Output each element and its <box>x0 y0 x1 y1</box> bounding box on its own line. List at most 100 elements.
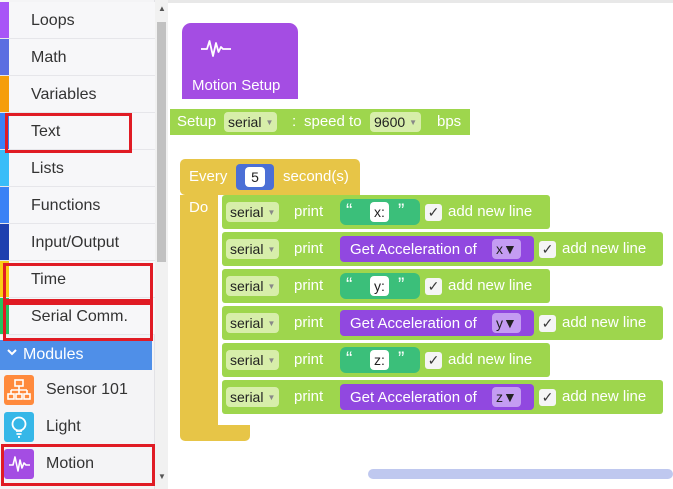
interval-input[interactable]: 5 <box>245 167 265 187</box>
every-block-footer <box>180 425 250 441</box>
string-input[interactable]: z: <box>370 350 389 370</box>
serial-port-dropdown[interactable]: serial ▼ <box>226 276 280 296</box>
category-variables[interactable]: Variables <box>0 76 155 113</box>
print-label: print <box>294 314 324 331</box>
serial-port-dropdown[interactable]: serial ▼ <box>226 239 280 259</box>
interval-number-block[interactable]: 5 <box>236 164 274 190</box>
text-string-block[interactable]: “ z: ” <box>340 347 420 373</box>
print-label: print <box>294 240 324 257</box>
module-sensor-101[interactable]: Sensor 101 <box>0 371 152 408</box>
string-input[interactable]: x: <box>370 202 389 222</box>
serial-print-block[interactable]: serial ▼ print “ x: ” ✓ add new line <box>222 195 550 229</box>
print-label: print <box>294 203 324 220</box>
baud-rate-dropdown[interactable]: 9600 ▼ <box>370 112 422 132</box>
new-line-label: add new line <box>562 240 647 257</box>
serial-port-value: serial <box>230 204 264 220</box>
scrollbar-thumb[interactable] <box>157 22 166 262</box>
serial-print-block[interactable]: serial ▼ print “ y: ” ✓ add new line <box>222 269 550 303</box>
serial-port-value: serial <box>230 352 264 368</box>
dropdown-arrow-icon: ▼ <box>267 393 276 402</box>
text-string-block[interactable]: “ x: ” <box>340 199 420 225</box>
setup-serial-block[interactable]: Setup serial ▼ : speed to 9600 ▼ bps <box>170 109 470 135</box>
interval-unit-label: second(s) <box>283 168 349 185</box>
dropdown-arrow-icon: ▼ <box>267 208 276 217</box>
new-line-checkbox[interactable]: ✓ <box>425 278 442 295</box>
axis-dropdown[interactable]: z▼ <box>492 387 521 407</box>
new-line-label: add new line <box>448 277 533 294</box>
category-label: Math <box>31 49 67 66</box>
serial-print-block[interactable]: serial ▼ print “ z: ” ✓ add new line <box>222 343 550 377</box>
new-line-checkbox[interactable]: ✓ <box>539 315 556 332</box>
new-line-label: add new line <box>448 203 533 220</box>
print-label: print <box>294 388 324 405</box>
modules-header-label: Modules <box>23 346 84 363</box>
lightbulb-icon <box>4 412 34 442</box>
serial-port-dropdown[interactable]: serial ▼ <box>224 112 278 132</box>
new-line-checkbox[interactable]: ✓ <box>539 389 556 406</box>
category-color-strip <box>0 150 9 186</box>
module-label: Light <box>46 418 81 435</box>
bps-label: bps <box>437 113 462 130</box>
workspace-horizontal-scrollbar[interactable] <box>368 469 673 479</box>
block-workspace[interactable]: Motion Setup Setup serial ▼ : speed to 96… <box>168 0 673 489</box>
highlight-box-serial-comm <box>3 302 153 341</box>
serial-port-dropdown[interactable]: serial ▼ <box>226 387 280 407</box>
new-line-checkbox[interactable]: ✓ <box>425 204 442 221</box>
open-quote-icon: “ <box>346 349 353 370</box>
dropdown-arrow-icon: ▼ <box>267 245 276 254</box>
serial-port-value: serial <box>228 114 262 130</box>
get-acceleration-block[interactable]: Get Acceleration of x▼ <box>340 236 534 262</box>
category-lists[interactable]: Lists <box>0 150 155 187</box>
category-functions[interactable]: Functions <box>0 187 155 224</box>
print-label: print <box>294 351 324 368</box>
sidebar-scrollbar[interactable]: ▲ ▼ <box>155 0 168 489</box>
dropdown-arrow-icon: ▼ <box>503 389 517 405</box>
close-quote-icon: ” <box>398 201 405 222</box>
category-label: Loops <box>31 12 75 29</box>
axis-value: y <box>496 315 503 331</box>
dropdown-arrow-icon: ▼ <box>503 241 517 257</box>
get-acceleration-block[interactable]: Get Acceleration of y▼ <box>340 310 534 336</box>
module-light[interactable]: Light <box>0 408 152 445</box>
serial-port-value: serial <box>230 241 264 257</box>
serial-port-dropdown[interactable]: serial ▼ <box>226 202 280 222</box>
category-label: Input/Output <box>31 234 120 251</box>
every-block-arm <box>180 195 218 425</box>
modules-header[interactable]: Modules <box>0 340 152 370</box>
dropdown-arrow-icon: ▼ <box>267 356 276 365</box>
scroll-up-icon[interactable]: ▲ <box>158 4 166 13</box>
highlight-box-time <box>3 263 153 302</box>
category-input-output[interactable]: Input/Output <box>0 224 155 261</box>
text-string-block[interactable]: “ y: ” <box>340 273 420 299</box>
scroll-down-icon[interactable]: ▼ <box>158 472 166 481</box>
motion-setup-block[interactable]: Motion Setup <box>182 23 298 99</box>
new-line-checkbox[interactable]: ✓ <box>539 241 556 258</box>
serial-port-dropdown[interactable]: serial ▼ <box>226 350 280 370</box>
string-input[interactable]: y: <box>370 276 389 296</box>
close-quote-icon: ” <box>398 349 405 370</box>
category-math[interactable]: Math <box>0 39 155 76</box>
serial-port-dropdown[interactable]: serial ▼ <box>226 313 280 333</box>
category-label: Functions <box>31 197 101 214</box>
serial-print-block[interactable]: serial ▼ print Get Acceleration of z▼ ✓ a… <box>222 380 663 414</box>
axis-dropdown[interactable]: x▼ <box>492 239 521 259</box>
category-color-strip <box>0 39 9 75</box>
hat-block-label: Motion Setup <box>192 77 281 94</box>
category-loops[interactable]: Loops <box>0 2 155 39</box>
close-quote-icon: ” <box>398 275 405 296</box>
module-label: Sensor 101 <box>46 381 128 398</box>
waveform-icon <box>198 33 234 63</box>
print-label: print <box>294 277 324 294</box>
do-label: Do <box>189 199 209 216</box>
axis-value: x <box>496 241 503 257</box>
serial-print-block[interactable]: serial ▼ print Get Acceleration of x▼ ✓ a… <box>222 232 663 266</box>
new-line-checkbox[interactable]: ✓ <box>425 352 442 369</box>
get-acceleration-label: Get Acceleration of <box>350 241 477 258</box>
axis-dropdown[interactable]: y▼ <box>492 313 521 333</box>
serial-print-block[interactable]: serial ▼ print Get Acceleration of y▼ ✓ a… <box>222 306 663 340</box>
get-acceleration-block[interactable]: Get Acceleration of z▼ <box>340 384 534 410</box>
setup-label: Setup <box>177 113 217 130</box>
category-color-strip <box>0 2 9 38</box>
baud-rate-value: 9600 <box>374 114 406 130</box>
new-line-label: add new line <box>448 351 533 368</box>
